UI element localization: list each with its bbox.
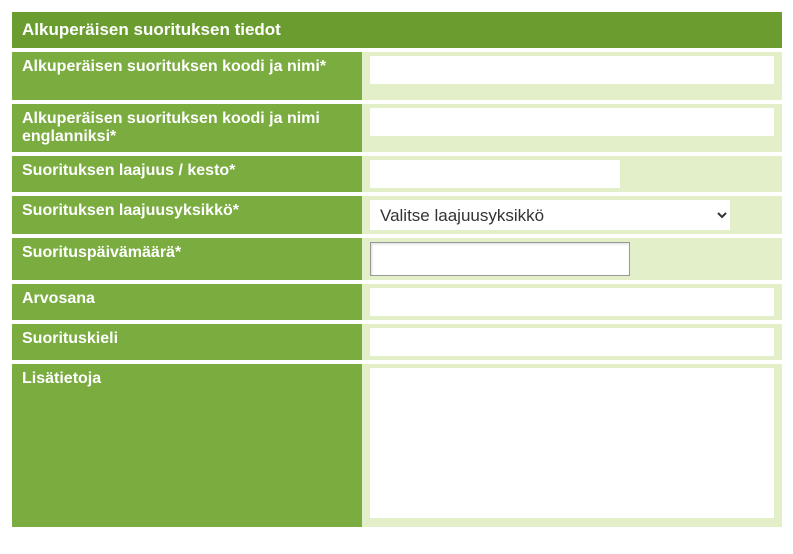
textarea-additional-info[interactable] [370, 368, 774, 518]
label-scope-unit: Suorituksen laajuusyksikkö* [12, 192, 362, 234]
label-code-name-en: Alkuperäisen suorituksen koodi ja nimi e… [12, 100, 362, 152]
input-completion-date[interactable] [370, 242, 630, 276]
label-code-name: Alkuperäisen suorituksen koodi ja nimi* [12, 48, 362, 100]
cell-additional-info [362, 360, 782, 527]
label-additional-info: Lisätietoja [12, 360, 362, 527]
cell-code-name [362, 48, 782, 100]
cell-completion-date [362, 234, 782, 280]
input-language[interactable] [370, 328, 774, 356]
label-completion-date: Suorituspäivämäärä* [12, 234, 362, 280]
form-header-row: Alkuperäisen suorituksen tiedot [12, 12, 782, 48]
row-code-name-en: Alkuperäisen suorituksen koodi ja nimi e… [12, 100, 782, 152]
row-code-name: Alkuperäisen suorituksen koodi ja nimi* [12, 48, 782, 100]
label-language: Suorituskieli [12, 320, 362, 360]
label-scope-duration: Suorituksen laajuus / kesto* [12, 152, 362, 192]
cell-scope-unit: Valitse laajuusyksikkö [362, 192, 782, 234]
cell-scope-duration [362, 152, 782, 192]
select-scope-unit[interactable]: Valitse laajuusyksikkö [370, 200, 730, 230]
input-scope-duration[interactable] [370, 160, 620, 188]
row-additional-info: Lisätietoja [12, 360, 782, 527]
input-code-name-en[interactable] [370, 108, 774, 136]
completion-details-form: Alkuperäisen suorituksen tiedot Alkuperä… [12, 12, 782, 527]
cell-grade [362, 280, 782, 320]
cell-code-name-en [362, 100, 782, 152]
input-code-name[interactable] [370, 56, 774, 84]
row-scope-duration: Suorituksen laajuus / kesto* [12, 152, 782, 192]
label-grade: Arvosana [12, 280, 362, 320]
input-grade[interactable] [370, 288, 774, 316]
row-completion-date: Suorituspäivämäärä* [12, 234, 782, 280]
form-header: Alkuperäisen suorituksen tiedot [12, 12, 782, 48]
row-scope-unit: Suorituksen laajuusyksikkö* Valitse laaj… [12, 192, 782, 234]
cell-language [362, 320, 782, 360]
row-language: Suorituskieli [12, 320, 782, 360]
row-grade: Arvosana [12, 280, 782, 320]
